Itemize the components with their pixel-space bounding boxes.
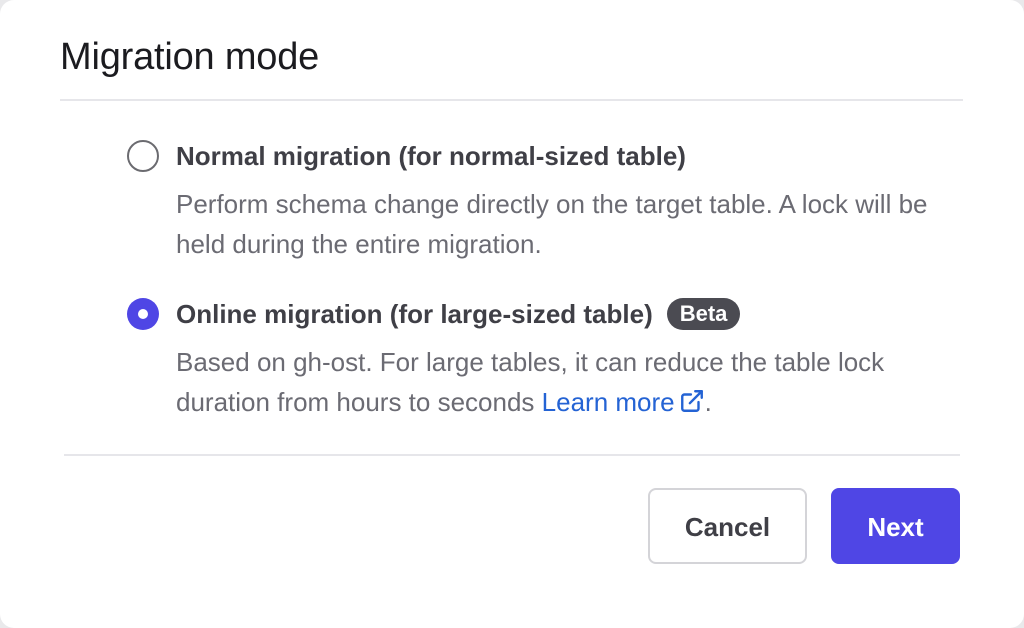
learn-more-link[interactable]: Learn more bbox=[542, 387, 705, 417]
normal-migration-description: Perform schema change directly on the ta… bbox=[176, 189, 928, 259]
cancel-button[interactable]: Cancel bbox=[648, 488, 807, 564]
online-migration-radio[interactable] bbox=[127, 298, 159, 330]
description-period: . bbox=[704, 387, 712, 417]
online-migration-description: Based on gh-ost. For large tables, it ca… bbox=[176, 342, 966, 422]
online-migration-label-row[interactable]: Online migration (for large-sized table)… bbox=[176, 296, 741, 332]
learn-more-label[interactable]: Learn more bbox=[542, 387, 675, 417]
beta-badge: Beta bbox=[666, 298, 741, 330]
online-migration-label[interactable]: Online migration (for large-sized table) bbox=[176, 299, 653, 329]
online-migration-description-text: Based on gh-ost. For large tables, it ca… bbox=[176, 347, 885, 417]
header-divider bbox=[60, 99, 963, 101]
normal-migration-label[interactable]: Normal migration (for normal-sized table… bbox=[176, 138, 686, 174]
next-button[interactable]: Next bbox=[831, 488, 960, 564]
footer-divider bbox=[64, 454, 960, 456]
migration-mode-dialog: Migration mode Normal migration (for nor… bbox=[0, 0, 1024, 628]
dialog-title: Migration mode bbox=[60, 36, 320, 78]
external-link-icon[interactable] bbox=[679, 388, 705, 414]
normal-migration-radio[interactable] bbox=[127, 140, 159, 172]
